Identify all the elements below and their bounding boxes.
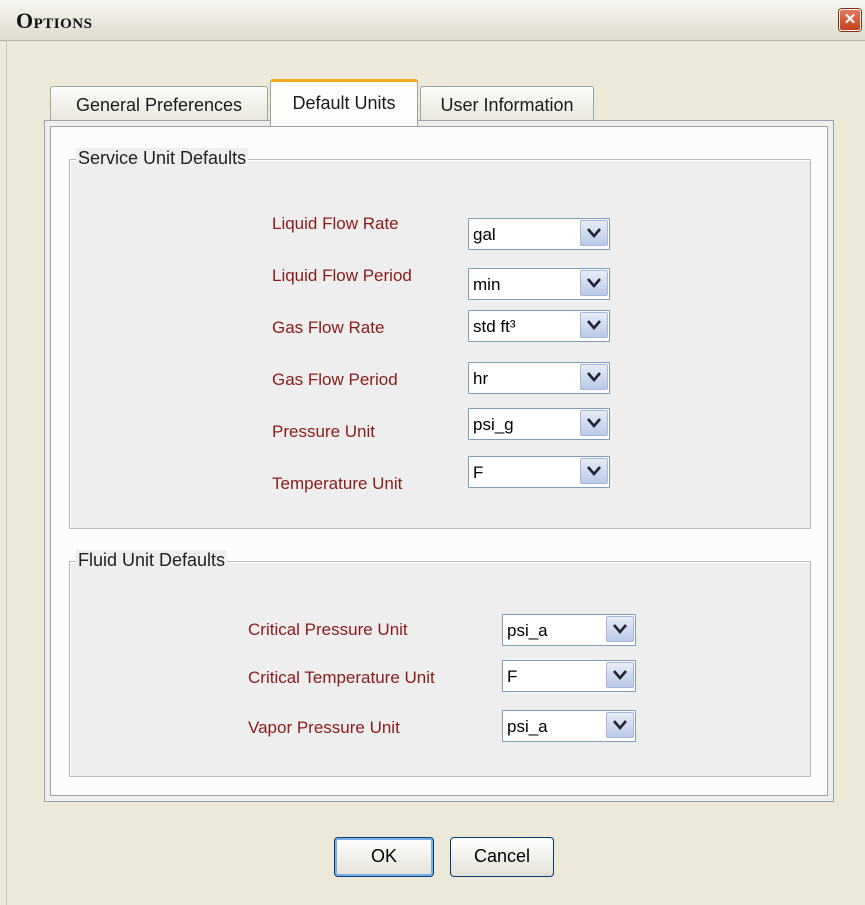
vapor-pressure-unit-label: Vapor Pressure Unit: [248, 718, 400, 737]
ok-button[interactable]: OK: [334, 837, 434, 877]
critical-temperature-unit-select[interactable]: F: [502, 660, 636, 692]
chevron-down-icon[interactable]: [606, 616, 634, 642]
window-title: Options: [16, 8, 93, 33]
liquid-flow-rate-label: Liquid Flow Rate: [272, 214, 399, 233]
cancel-button[interactable]: Cancel: [450, 837, 554, 877]
service-unit-defaults-group: Service Unit Defaults Liquid Flow Rate g…: [69, 148, 811, 529]
title-bar: Options ✕: [0, 0, 865, 41]
tab-user-information[interactable]: User Information: [420, 86, 594, 121]
tab-general-preferences[interactable]: General Preferences: [50, 86, 268, 121]
chevron-down-icon[interactable]: [580, 270, 608, 296]
tab-panel-default-units: Service Unit Defaults Liquid Flow Rate g…: [44, 120, 834, 802]
pressure-unit-value: psi_g: [473, 415, 514, 434]
tab-default-units[interactable]: Default Units: [270, 79, 418, 126]
gas-flow-period-value: hr: [473, 369, 489, 388]
gas-flow-rate-select[interactable]: std ft³: [468, 310, 610, 342]
gas-flow-rate-value: std ft³: [473, 317, 516, 336]
gas-flow-rate-label: Gas Flow Rate: [272, 318, 385, 337]
chevron-down-icon[interactable]: [606, 712, 634, 738]
chevron-down-icon[interactable]: [580, 220, 608, 246]
fluid-unit-defaults-group: Fluid Unit Defaults Critical Pressure Un…: [69, 550, 811, 777]
liquid-flow-period-label: Liquid Flow Period: [272, 266, 412, 285]
service-group-legend: Service Unit Defaults: [76, 148, 249, 169]
close-icon[interactable]: ✕: [839, 9, 861, 31]
temperature-unit-label: Temperature Unit: [272, 474, 403, 493]
critical-temperature-unit-value: F: [507, 667, 518, 686]
chevron-down-icon[interactable]: [580, 410, 608, 436]
pressure-unit-label: Pressure Unit: [272, 422, 375, 441]
gas-flow-period-label: Gas Flow Period: [272, 370, 398, 389]
critical-pressure-unit-select[interactable]: psi_a: [502, 614, 636, 646]
liquid-flow-rate-value: gal: [473, 225, 496, 244]
fluid-group-legend: Fluid Unit Defaults: [76, 550, 228, 571]
temperature-unit-select[interactable]: F: [468, 456, 610, 488]
chevron-down-icon[interactable]: [580, 364, 608, 390]
pressure-unit-select[interactable]: psi_g: [468, 408, 610, 440]
vapor-pressure-unit-value: psi_a: [507, 717, 548, 736]
vapor-pressure-unit-select[interactable]: psi_a: [502, 710, 636, 742]
temperature-unit-value: F: [473, 463, 484, 482]
critical-pressure-unit-value: psi_a: [507, 621, 548, 640]
liquid-flow-rate-select[interactable]: gal: [468, 218, 610, 250]
chevron-down-icon[interactable]: [580, 312, 608, 338]
critical-pressure-unit-label: Critical Pressure Unit: [248, 620, 408, 639]
gas-flow-period-select[interactable]: hr: [468, 362, 610, 394]
critical-temperature-unit-label: Critical Temperature Unit: [248, 668, 435, 687]
liquid-flow-period-select[interactable]: min: [468, 268, 610, 300]
liquid-flow-period-value: min: [473, 275, 501, 294]
chevron-down-icon[interactable]: [580, 458, 608, 484]
chevron-down-icon[interactable]: [606, 662, 634, 688]
